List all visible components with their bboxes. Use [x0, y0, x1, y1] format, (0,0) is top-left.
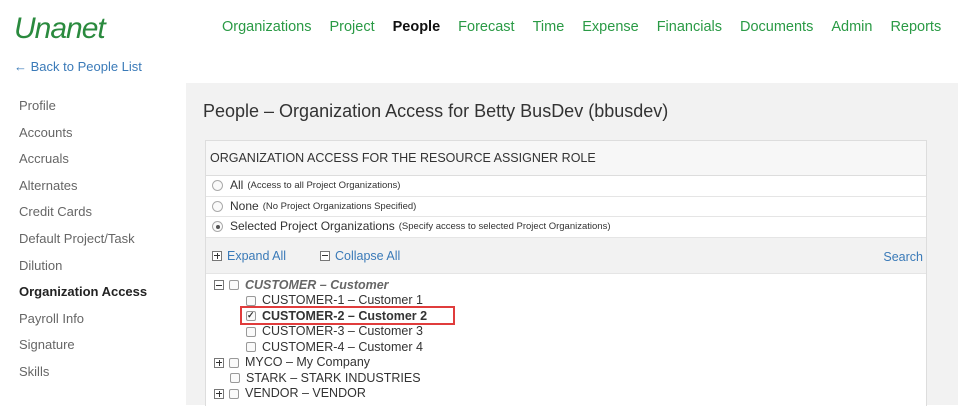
collapse-all-button[interactable]: Collapse All: [320, 249, 400, 263]
sidebar-item-organization-access[interactable]: Organization Access: [0, 279, 186, 306]
expand-icon[interactable]: [214, 388, 224, 399]
sidebar-item-payroll-info[interactable]: Payroll Info: [0, 306, 186, 333]
option-none-note: (No Project Organizations Specified): [262, 200, 417, 212]
customer-checkbox[interactable]: [229, 280, 239, 291]
nav-organizations[interactable]: Organizations: [222, 19, 311, 35]
expand-icon: [212, 250, 222, 261]
stark-label: STARK – STARK INDUSTRIES: [246, 370, 421, 385]
nav-forecast[interactable]: Forecast: [458, 19, 514, 35]
option-all[interactable]: All (Access to all Project Organizations…: [206, 176, 926, 197]
search-link[interactable]: Search: [883, 250, 923, 264]
main-content: People – Organization Access for Betty B…: [186, 83, 958, 406]
vendor-checkbox[interactable]: [229, 388, 239, 399]
expand-all-label: Expand All: [227, 248, 287, 263]
highlight-box: [240, 306, 455, 325]
expand-icon[interactable]: [214, 357, 224, 368]
sidebar-item-signature[interactable]: Signature: [0, 332, 186, 359]
sidebar-item-default-project-task[interactable]: Default Project/Task: [0, 226, 186, 253]
option-all-note: (Access to all Project Organizations): [247, 180, 401, 191]
option-all-label: All: [230, 178, 244, 192]
option-selected[interactable]: Selected Project Organizations (Specify …: [206, 217, 926, 238]
sidebar-item-skills[interactable]: Skills: [0, 359, 186, 386]
customer-1-checkbox[interactable]: [246, 295, 256, 306]
nav-documents[interactable]: Documents: [740, 19, 813, 35]
sidebar-item-accruals[interactable]: Accruals: [0, 146, 186, 173]
vendor-label: VENDOR – VENDOR: [245, 386, 366, 400]
option-selected-label: Selected Project Organizations: [230, 219, 395, 233]
tree-node-myco[interactable]: MYCO – My Company: [206, 355, 926, 371]
sidebar-item-dilution[interactable]: Dilution: [0, 253, 186, 280]
expand-all-button[interactable]: Expand All: [212, 249, 286, 263]
panel-header: ORGANIZATION ACCESS FOR THE RESOURCE ASS…: [206, 141, 926, 176]
sidebar-item-credit-cards[interactable]: Credit Cards: [0, 199, 186, 226]
option-none[interactable]: None (No Project Organizations Specified…: [206, 197, 926, 217]
tree-node-stark[interactable]: STARK – STARK INDUSTRIES: [206, 371, 926, 387]
organization-tree: CUSTOMER – Customer CUSTOMER-1 – Custome…: [206, 274, 926, 402]
tree-node-customer[interactable]: CUSTOMER – Customer: [206, 278, 926, 294]
nav-people[interactable]: People: [393, 19, 441, 35]
tree-node-customer-3[interactable]: CUSTOMER-3 – Customer 3: [206, 324, 926, 340]
selected-radio[interactable]: [212, 221, 223, 233]
nav-financials[interactable]: Financials: [657, 19, 722, 35]
customer-4-checkbox[interactable]: [246, 342, 256, 353]
collapse-all-label: Collapse All: [335, 248, 401, 263]
all-radio[interactable]: [212, 180, 223, 192]
back-to-people-list-link[interactable]: ← Back to People List: [14, 59, 142, 74]
nav-reports[interactable]: Reports: [890, 19, 941, 35]
option-none-label: None: [230, 198, 259, 213]
sidebar-item-alternates[interactable]: Alternates: [0, 173, 186, 200]
myco-label: MYCO – My Company: [245, 355, 371, 369]
nav-admin[interactable]: Admin: [831, 19, 872, 35]
nav-expense[interactable]: Expense: [582, 19, 638, 35]
customer-4-label: CUSTOMER-4 – Customer 4: [262, 339, 423, 354]
none-radio[interactable]: [212, 200, 223, 212]
stark-checkbox[interactable]: [230, 373, 240, 384]
page-title: People – Organization Access for Betty B…: [203, 101, 669, 121]
collapse-icon: [320, 250, 330, 261]
sidebar-item-accounts[interactable]: Accounts: [0, 120, 186, 147]
option-selected-note: (Specify access to selected Project Orga…: [398, 221, 611, 232]
top-navigation: Organizations Project People Forecast Ti…: [222, 19, 958, 35]
tree-node-customer-4[interactable]: CUSTOMER-4 – Customer 4: [206, 340, 926, 356]
myco-checkbox[interactable]: [229, 357, 239, 368]
unanet-logo[interactable]: Unanet: [14, 12, 106, 46]
customer-3-label: CUSTOMER-3 – Customer 3: [262, 324, 423, 338]
organization-access-panel: ORGANIZATION ACCESS FOR THE RESOURCE ASS…: [205, 140, 927, 406]
nav-project[interactable]: Project: [329, 19, 374, 35]
customer-3-checkbox[interactable]: [246, 326, 256, 337]
sidebar: Profile Accounts Accruals Alternates Cre…: [0, 93, 186, 386]
tree-node-vendor[interactable]: VENDOR – VENDOR: [206, 386, 926, 402]
sidebar-item-profile[interactable]: Profile: [0, 93, 186, 120]
tree-toolbar: Expand All Collapse All Search: [206, 237, 926, 274]
customer-label: CUSTOMER – Customer: [245, 277, 389, 292]
nav-time[interactable]: Time: [533, 19, 565, 35]
collapse-icon[interactable]: [214, 280, 224, 291]
